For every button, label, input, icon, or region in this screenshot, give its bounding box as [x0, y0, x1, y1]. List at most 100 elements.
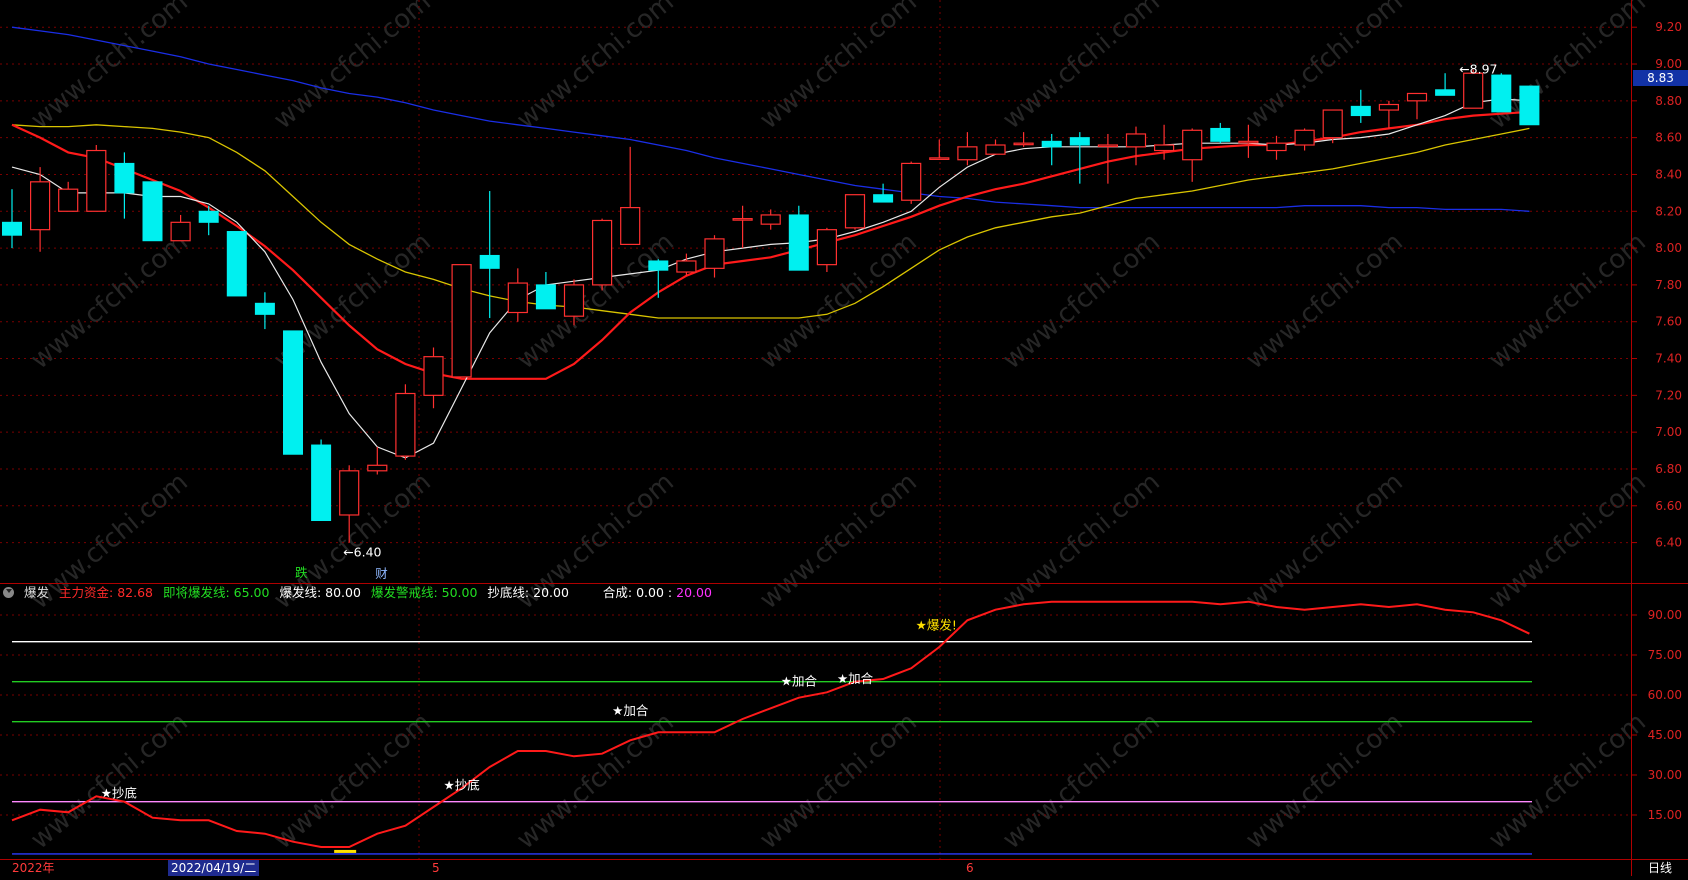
candle [1266, 135, 1287, 160]
candle-body [1069, 137, 1090, 146]
watermark-text: www.cfchi.com [25, 707, 194, 855]
candle [1378, 100, 1400, 129]
signal-label-drop: 跌 [295, 565, 308, 580]
date-label-may: 5 [432, 861, 440, 875]
composite-marker [334, 849, 357, 853]
candle-body [451, 264, 472, 378]
candle-body [198, 210, 219, 223]
legend-near-burst-label: 即将爆发线: [162, 585, 230, 600]
candle-body [1266, 142, 1287, 152]
candle [311, 439, 332, 522]
candle-body [1153, 144, 1175, 152]
candle-body [563, 284, 585, 317]
candle-body [648, 260, 669, 271]
candle-body [1210, 127, 1231, 142]
high-price-annotation: ←8.97 [1459, 62, 1497, 77]
candle [901, 161, 922, 204]
legend-composite-value: 0.00 [636, 585, 664, 600]
legend-bottom-line-label: 抄底线: [487, 585, 530, 600]
candle [254, 292, 275, 330]
candle-body [1435, 89, 1456, 96]
candle-body [1294, 129, 1315, 146]
indicator-signal-label: ★加合 [781, 674, 818, 689]
candle-body [1406, 92, 1428, 102]
candle [1406, 92, 1428, 120]
watermark-text: www.cfchi.com [997, 0, 1166, 135]
watermark-text: www.cfchi.com [1483, 227, 1652, 375]
price-tick-label: 7.40 [1655, 352, 1682, 366]
watermark-text: www.cfchi.com [1483, 707, 1652, 855]
legend-main-force-value: 82.68 [117, 585, 153, 600]
legend-warning-line-value: 50.00 [441, 585, 478, 600]
candle-body [86, 149, 107, 212]
candle [451, 264, 472, 378]
candle-body [704, 238, 725, 269]
candle [1350, 89, 1371, 123]
candle-body [423, 356, 444, 396]
candle [1182, 128, 1203, 182]
candle [620, 146, 641, 246]
price-tick-label: 6.60 [1655, 499, 1682, 513]
candle-body [2, 221, 22, 236]
candle-body [929, 157, 950, 160]
candle-body [788, 214, 809, 271]
legend-bottom-line: 抄底线: 20.00 [487, 585, 569, 600]
candle-body [395, 392, 416, 457]
price-tick-label: 9.00 [1655, 57, 1682, 71]
price-tick-label: 6.80 [1655, 462, 1682, 476]
candle [844, 194, 866, 230]
price-tick-label: 7.00 [1655, 425, 1682, 439]
legend-burst-line-label: 爆发线: [279, 585, 322, 600]
candle [283, 330, 303, 455]
indicator-signal-label: ★加合 [612, 703, 649, 718]
candle [58, 181, 79, 212]
period-button[interactable]: 日线 [1632, 860, 1688, 876]
indicator-name[interactable]: 爆发 [24, 585, 49, 600]
legend-main-force: 主力资金: 82.68 [59, 585, 153, 600]
candle [1294, 128, 1315, 151]
candle [114, 152, 135, 219]
candle-body [254, 302, 275, 315]
price-tick-label: 8.40 [1655, 167, 1682, 181]
legend-burst-line: 爆发线: 80.00 [279, 585, 361, 600]
indicator-tick-label: 15.00 [1648, 808, 1682, 822]
collapse-toggle-icon[interactable] [3, 587, 14, 598]
watermark-text: www.cfchi.com [268, 0, 437, 135]
watermark-text: www.cfchi.com [268, 707, 437, 855]
candle-body [873, 194, 894, 203]
watermark-text: www.cfchi.com [511, 0, 680, 135]
candle [1491, 73, 1512, 113]
indicator-tick-label: 60.00 [1648, 688, 1682, 702]
candle [985, 139, 1006, 155]
watermark-text: www.cfchi.com [754, 227, 923, 375]
watermark-text: www.cfchi.com [1240, 707, 1409, 855]
date-label-start: 2022年 [12, 861, 55, 875]
candle-body [1238, 140, 1259, 144]
candle [479, 191, 500, 319]
candle [1210, 122, 1231, 144]
indicator-tick-label: 90.00 [1648, 608, 1682, 622]
candle [535, 272, 556, 310]
price-tick-label: 8.80 [1655, 94, 1682, 108]
candle-body [311, 444, 332, 522]
candle [30, 167, 51, 252]
indicator-header: 爆发 主力资金: 82.68 即将爆发线: 65.00 爆发线: 80.00 爆… [0, 583, 1631, 603]
candle [1041, 133, 1062, 166]
candle-body [142, 181, 163, 242]
legend-bottom-line-value: 20.00 [533, 585, 569, 600]
candle-body [170, 221, 191, 242]
candle [170, 214, 191, 242]
candle-body [1182, 129, 1203, 161]
watermark-text: www.cfchi.com [754, 0, 923, 135]
candle-body [1322, 109, 1343, 139]
candle-body [1463, 72, 1484, 109]
price-tick-label: 9.20 [1655, 20, 1682, 34]
candle [1322, 109, 1343, 144]
chart-stage: www.cfchi.com www.cfchi.com www.cfchi.com w… [0, 0, 1688, 876]
legend-warning-line: 爆发警戒线: 50.00 [371, 585, 478, 600]
indicator-signal-label: ★抄底 [444, 778, 480, 793]
date-label-cursor: 2022/04/19/二 [168, 860, 260, 876]
price-tick-label: 7.60 [1655, 315, 1682, 329]
candle [816, 227, 838, 273]
candle [1097, 133, 1119, 184]
